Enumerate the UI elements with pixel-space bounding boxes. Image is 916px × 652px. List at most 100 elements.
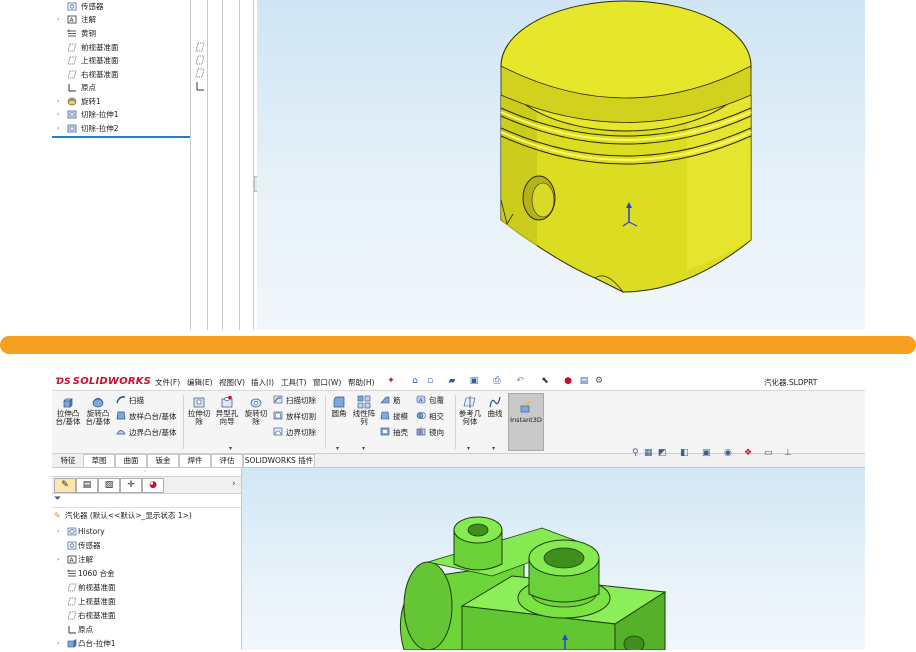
tree-item-top-plane[interactable]: 上视基准面 <box>52 54 190 67</box>
section-divider <box>0 336 916 354</box>
plane-indicator-icons <box>195 42 205 91</box>
linear-pattern-button[interactable]: 线性阵 列 <box>351 395 377 426</box>
open-folder-icon[interactable]: ▰ <box>447 376 457 386</box>
tab-sheet-metal[interactable]: 钣金 <box>147 454 179 467</box>
wrap-button[interactable]: A 包覆 <box>416 395 444 406</box>
tab-evaluate[interactable]: 评估 <box>211 454 243 467</box>
hole-wizard-button[interactable]: 异型孔 向导 <box>214 395 240 426</box>
tree-item-front-plane[interactable]: 前视基准面 <box>52 581 241 594</box>
loft-boss-button[interactable]: 放样凸台/基体 <box>116 411 177 422</box>
zoom-area-icon[interactable]: ▦ <box>644 448 653 458</box>
fillet-button[interactable]: 圆角 <box>328 395 350 418</box>
scene-icon[interactable]: ⊥ <box>784 448 792 458</box>
graphics-area-carburetor[interactable] <box>242 468 865 652</box>
sweep-button[interactable]: 扫描 <box>116 395 144 406</box>
view-orientation-icon[interactable]: ▣ <box>702 448 711 458</box>
tree-item-origin[interactable]: 原点 <box>52 81 190 94</box>
tree-item-annotations[interactable]: › A 注解 <box>52 13 190 26</box>
select-cursor-icon[interactable]: ⬉ <box>540 376 550 386</box>
tab-features[interactable]: 特征 <box>52 454 84 467</box>
chevron-down-icon[interactable]: ▾ <box>336 445 339 452</box>
tab-surfaces[interactable]: 曲面 <box>115 454 147 467</box>
history-icon <box>67 527 77 536</box>
chevron-down-icon[interactable]: ▾ <box>492 445 495 452</box>
chevron-down-icon[interactable]: ▾ <box>467 445 470 452</box>
tab-weldments[interactable]: 焊件 <box>179 454 211 467</box>
display-style-icon[interactable]: ◉ <box>724 448 732 458</box>
lofted-cut-button[interactable]: 放样切割 <box>273 411 316 422</box>
options-gear-icon[interactable]: ⚙ <box>594 376 604 386</box>
tree-item-material[interactable]: 1060 合金 <box>52 567 241 580</box>
chevron-down-icon[interactable]: ▾ <box>362 445 365 452</box>
shell-button[interactable]: 抽壳 <box>380 427 408 438</box>
appearance-icon[interactable]: ▭ <box>764 448 773 458</box>
solidworks-logo[interactable]: ƊS SOLIDWORKS <box>56 376 151 387</box>
pin-icon[interactable]: ✦ <box>386 376 396 386</box>
home-icon[interactable]: ⌂ <box>410 376 420 386</box>
draft-icon <box>380 411 390 420</box>
tree-item-annotations[interactable]: › A 注解 <box>52 553 241 566</box>
tree-item-cut-extrude2[interactable]: › 切除-拉伸2 <box>52 122 190 135</box>
tree-item-right-plane[interactable]: 右视基准面 <box>52 68 190 81</box>
zoom-to-fit-icon[interactable]: ⚲ <box>632 448 639 458</box>
boundary-icon <box>116 430 126 435</box>
swept-cut-button[interactable]: 扫描切除 <box>273 395 316 406</box>
filter-row: ⏷ <box>52 493 241 508</box>
extrude-cut-button[interactable]: 拉伸切 除 <box>186 395 212 426</box>
menu-insert[interactable]: 插入(I) <box>251 377 274 388</box>
rib-button[interactable]: 筋 <box>380 395 401 406</box>
tree-item-right-plane[interactable]: 右视基准面 <box>52 609 241 622</box>
menu-tools[interactable]: 工具(T) <box>281 377 306 388</box>
menu-edit[interactable]: 编辑(E) <box>187 377 213 388</box>
reference-geometry-button[interactable]: 参考几 何体 <box>457 395 483 426</box>
boundary-cut-button[interactable]: 边界切除 <box>273 427 316 438</box>
section-view-icon[interactable]: ◧ <box>680 448 689 458</box>
configuration-tab-icon[interactable]: ▨ <box>98 478 120 493</box>
tree-item-origin[interactable]: 原点 <box>52 623 241 636</box>
tree-root-part[interactable]: ✎ 汽化器 (默认<<默认>_显示状态 1>) <box>52 510 241 522</box>
display-manager-tab-icon[interactable]: ◕ <box>142 478 164 493</box>
intersect-button[interactable]: 相交 <box>416 411 444 422</box>
boundary-boss-button[interactable]: 边界凸台/基体 <box>116 427 177 438</box>
menu-help[interactable]: 帮助(H) <box>348 377 375 388</box>
instant3d-button[interactable]: Instant3D <box>508 393 544 451</box>
filter-icon[interactable]: ⏷ <box>54 494 61 504</box>
revolve-boss-button[interactable]: 旋转凸 台/基体 <box>84 395 112 426</box>
new-document-icon[interactable]: ▫ <box>425 376 435 386</box>
revolve-cut-button[interactable]: 旋转切 除 <box>243 395 269 426</box>
mirror-button[interactable]: 镜向 <box>416 427 444 438</box>
menu-window[interactable]: 窗口(W) <box>313 377 341 388</box>
tree-item-boss-extrude1[interactable]: › 凸台-拉伸1 <box>52 637 241 650</box>
print-icon[interactable]: ⎙ <box>492 376 502 386</box>
draft-button[interactable]: 拔模 <box>380 411 408 422</box>
menu-view[interactable]: 视图(V) <box>219 377 245 388</box>
tree-item-revolve1[interactable]: › 旋转1 <box>52 95 190 108</box>
tree-item-material[interactable]: 黄铜 <box>52 27 190 40</box>
tree-item-cut-extrude1[interactable]: › 切除-拉伸1 <box>52 108 190 121</box>
save-icon[interactable]: ▣ <box>469 376 479 386</box>
chevron-down-icon[interactable]: ▾ <box>229 445 232 452</box>
previous-view-icon[interactable]: ◩ <box>658 448 667 458</box>
tree-item-front-plane[interactable]: 前视基准面 <box>52 41 190 54</box>
chevron-right-icon[interactable]: › <box>232 479 236 489</box>
dimxpert-tab-icon[interactable]: ✛ <box>120 478 142 493</box>
extrude-boss-button[interactable]: 拉伸凸 台/基体 <box>54 395 82 426</box>
hide-show-items-icon[interactable]: ❖ <box>744 448 752 458</box>
graphics-area-piston[interactable] <box>257 0 865 330</box>
tab-solidworks-addins[interactable]: SOLIDWORKS 插件 <box>243 454 315 467</box>
menu-file[interactable]: 文件(F) <box>155 377 180 388</box>
tab-sketch[interactable]: 草图 <box>83 454 115 467</box>
rebuild-icon[interactable]: ● <box>563 376 573 386</box>
curves-button[interactable]: 曲线 <box>484 395 506 418</box>
tree-item-sensors[interactable]: 传感器 <box>52 0 190 13</box>
material-icon <box>67 29 76 37</box>
file-properties-icon[interactable]: ▤ <box>579 376 589 386</box>
tree-item-top-plane[interactable]: 上视基准面 <box>52 595 241 608</box>
piston-model <box>500 0 752 293</box>
feature-tree-tab-icon[interactable]: ✎ <box>54 478 76 493</box>
splitter-grip-icon[interactable]: ◦ <box>143 468 147 475</box>
undo-icon[interactable]: ↶ <box>515 376 525 386</box>
tree-item-history[interactable]: › History <box>52 525 241 538</box>
tree-item-sensors[interactable]: 传感器 <box>52 539 241 552</box>
property-manager-tab-icon[interactable]: ▤ <box>76 478 98 493</box>
